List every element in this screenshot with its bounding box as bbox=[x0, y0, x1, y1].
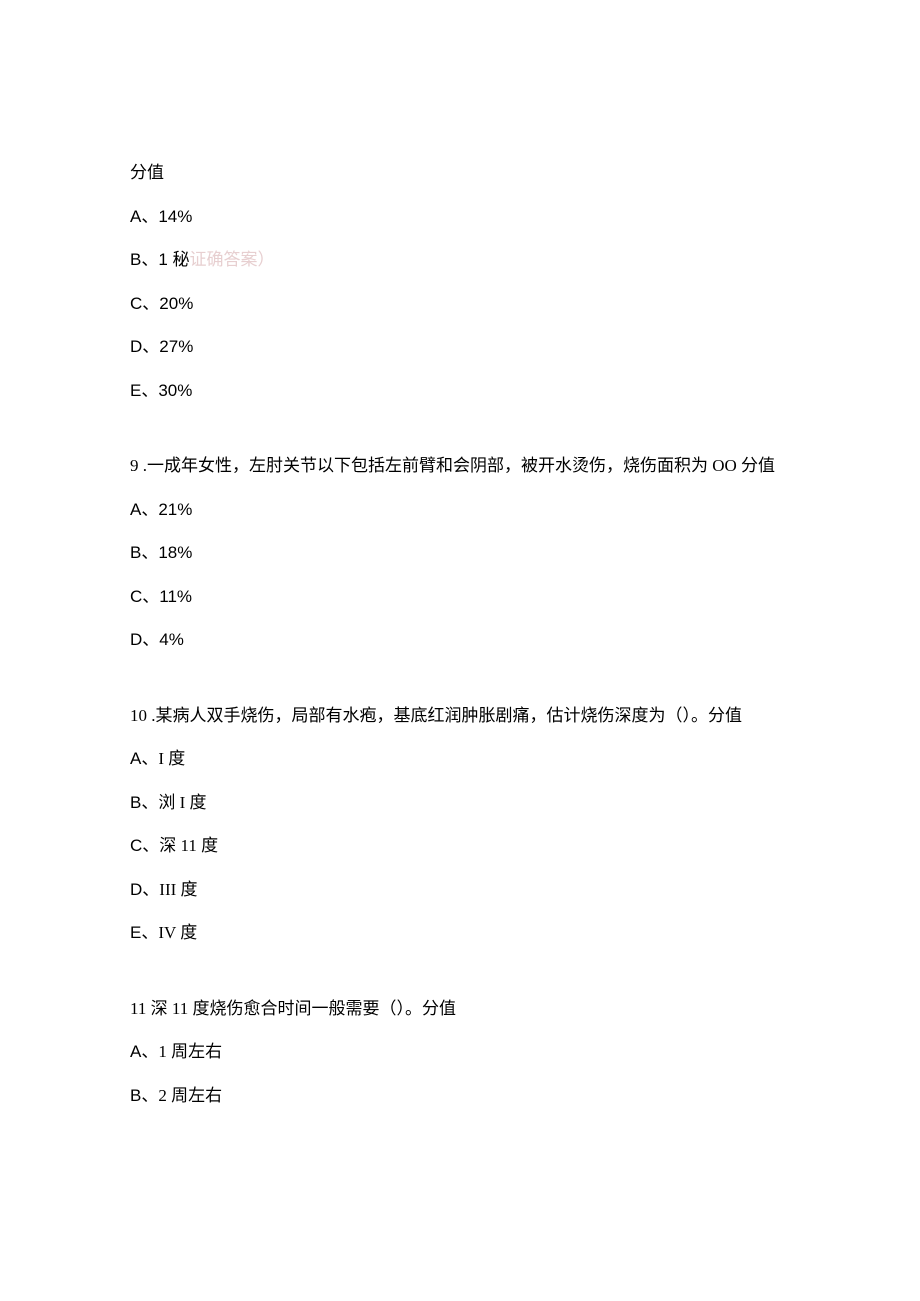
option-text: 14% bbox=[158, 207, 192, 226]
question-stem: 11 深 11 度烧伤愈合时间一般需要（）。分值 bbox=[130, 996, 790, 1022]
question-number: 10 bbox=[130, 706, 147, 725]
option-text: 深 11 度 bbox=[159, 836, 218, 855]
question-stem: 9 .一成年女性，左肘关节以下包括左前臂和会阴部，被开水烫伤，烧伤面积为 OO … bbox=[130, 453, 790, 479]
option-label: C、 bbox=[130, 836, 159, 855]
option-a: A、21% bbox=[130, 497, 790, 523]
option-b: B、2 周左右 bbox=[130, 1083, 790, 1109]
question-10: 10 .某病人双手烧伤，局部有水疱，基底红润肿胀剧痛，估计烧伤深度为（）。分值 … bbox=[130, 703, 790, 946]
question-9: 9 .一成年女性，左肘关节以下包括左前臂和会阴部，被开水烫伤，烧伤面积为 OO … bbox=[130, 453, 790, 653]
option-label: B、 bbox=[130, 1086, 158, 1105]
option-text: 18% bbox=[158, 543, 192, 562]
score-label: 分值 bbox=[130, 160, 790, 186]
option-label: E、 bbox=[130, 923, 158, 942]
question-text: 11 深 11 度烧伤愈合时间一般需要（）。分值 bbox=[130, 999, 456, 1018]
option-label: D、 bbox=[130, 630, 159, 649]
option-label: C、 bbox=[130, 587, 159, 606]
option-d: D、27% bbox=[130, 334, 790, 360]
option-b: B、1 秘证确答案） bbox=[130, 247, 790, 273]
option-b: B、18% bbox=[130, 540, 790, 566]
option-label: B、 bbox=[130, 793, 158, 812]
option-c: C、20% bbox=[130, 291, 790, 317]
option-b: B、浏 I 度 bbox=[130, 790, 790, 816]
question-11: 11 深 11 度烧伤愈合时间一般需要（）。分值 A、1 周左右 B、2 周左右 bbox=[130, 996, 790, 1109]
question-stem: 10 .某病人双手烧伤，局部有水疱，基底红润肿胀剧痛，估计烧伤深度为（）。分值 bbox=[130, 703, 790, 729]
option-c: C、11% bbox=[130, 584, 790, 610]
question-8-tail: 分值 A、14% B、1 秘证确答案） C、20% D、27% E、30% bbox=[130, 160, 790, 403]
option-a: A、I 度 bbox=[130, 746, 790, 772]
question-number: 9 bbox=[130, 456, 139, 475]
option-label: A、 bbox=[130, 207, 158, 226]
option-d: D、4% bbox=[130, 627, 790, 653]
option-label: E、 bbox=[130, 381, 158, 400]
option-text: III 度 bbox=[159, 880, 197, 899]
option-a: A、1 周左右 bbox=[130, 1039, 790, 1065]
option-e: E、30% bbox=[130, 378, 790, 404]
option-text: 4% bbox=[159, 630, 184, 649]
option-b-pale-text: 证确答案） bbox=[190, 250, 275, 269]
option-text: 2 周左右 bbox=[158, 1086, 222, 1105]
option-text: 11% bbox=[159, 587, 192, 606]
option-text: 20% bbox=[159, 294, 193, 313]
document-page: 分值 A、14% B、1 秘证确答案） C、20% D、27% E、30% 9 … bbox=[0, 0, 920, 1301]
question-text: .一成年女性，左肘关节以下包括左前臂和会阴部，被开水烫伤，烧伤面积为 OO 分值 bbox=[139, 456, 776, 475]
option-text: 21% bbox=[158, 500, 192, 519]
option-text: I 度 bbox=[158, 749, 185, 768]
option-label: B、 bbox=[130, 543, 158, 562]
option-c: C、深 11 度 bbox=[130, 833, 790, 859]
option-label: A、 bbox=[130, 1042, 158, 1061]
option-a: A、14% bbox=[130, 204, 790, 230]
option-d: D、III 度 bbox=[130, 877, 790, 903]
option-e: E、IV 度 bbox=[130, 920, 790, 946]
option-text: 30% bbox=[158, 381, 192, 400]
option-text: 27% bbox=[159, 337, 193, 356]
option-text: 浏 I 度 bbox=[158, 793, 206, 812]
question-text: .某病人双手烧伤，局部有水疱，基底红润肿胀剧痛，估计烧伤深度为（）。分值 bbox=[147, 706, 742, 725]
option-label: A、 bbox=[130, 749, 158, 768]
option-text: IV 度 bbox=[158, 923, 197, 942]
option-label: C、 bbox=[130, 294, 159, 313]
option-text: 1 周左右 bbox=[158, 1042, 222, 1061]
option-label: D、 bbox=[130, 337, 159, 356]
option-b-prefix: B、1 秘 bbox=[130, 250, 190, 269]
option-label: A、 bbox=[130, 500, 158, 519]
option-label: D、 bbox=[130, 880, 159, 899]
